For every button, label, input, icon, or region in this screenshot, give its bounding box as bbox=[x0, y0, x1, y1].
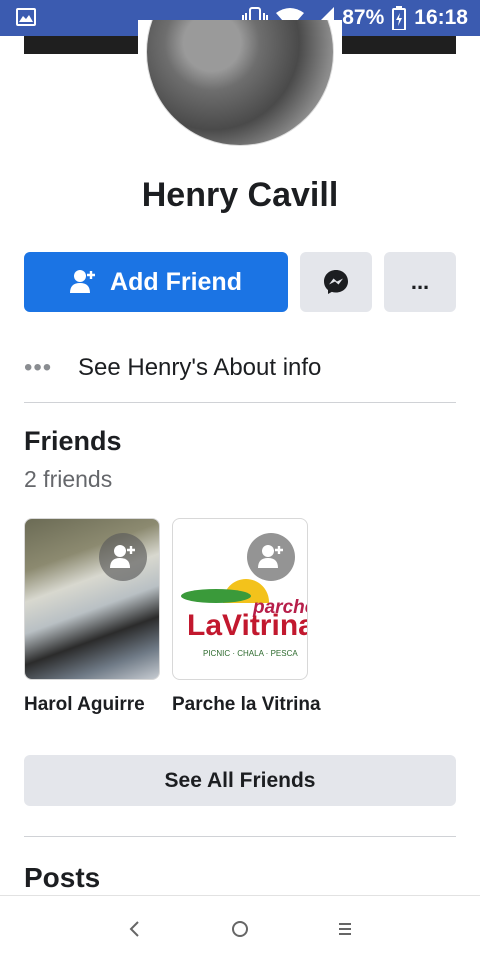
home-icon bbox=[232, 921, 248, 937]
more-dots-icon: ••• bbox=[24, 354, 53, 381]
about-info-link[interactable]: ••• See Henry's About info bbox=[24, 348, 321, 388]
see-all-friends-button[interactable]: See All Friends bbox=[24, 755, 456, 806]
friend-name[interactable]: Parche la Vitrina bbox=[172, 694, 321, 716]
add-friend-badge[interactable] bbox=[247, 533, 295, 581]
back-icon bbox=[129, 921, 139, 937]
friend-card-parche-la-vitrina[interactable]: parche LaVitrina PICNIC · CHALA · PESCA bbox=[172, 518, 308, 680]
divider bbox=[24, 402, 456, 403]
divider bbox=[24, 836, 456, 837]
recents-button[interactable] bbox=[330, 914, 360, 944]
friends-heading: Friends bbox=[24, 426, 122, 456]
recents-icon bbox=[339, 923, 351, 935]
add-friend-icon bbox=[110, 545, 135, 568]
battery-icon bbox=[392, 6, 407, 30]
posts-heading: Posts bbox=[24, 862, 101, 893]
image-icon bbox=[16, 8, 36, 26]
messenger-icon bbox=[324, 270, 348, 294]
logo-hill bbox=[181, 589, 251, 603]
more-options-button[interactable]: ... bbox=[384, 252, 456, 312]
add-friend-button[interactable]: Add Friend bbox=[24, 252, 288, 312]
friends-count: 2 friends bbox=[24, 466, 113, 492]
add-friend-icon bbox=[70, 270, 96, 293]
battery-percent: 87% bbox=[342, 6, 385, 29]
add-friend-label: Add Friend bbox=[110, 267, 242, 296]
profile-picture-frame bbox=[138, 20, 342, 156]
add-friend-badge[interactable] bbox=[99, 533, 147, 581]
friend-card-harol-aguirre[interactable] bbox=[24, 518, 160, 680]
message-button[interactable] bbox=[300, 252, 372, 312]
profile-picture[interactable] bbox=[146, 20, 334, 146]
clock: 16:18 bbox=[414, 6, 468, 29]
add-friend-icon bbox=[258, 545, 283, 568]
about-info-label: See Henry's About info bbox=[78, 354, 322, 381]
logo-subtext: PICNIC · CHALA · PESCA bbox=[203, 649, 298, 658]
logo-text: LaVitrina bbox=[187, 609, 308, 642]
more-label: ... bbox=[410, 269, 430, 294]
profile-name: Henry Cavill bbox=[141, 176, 339, 214]
back-button[interactable] bbox=[119, 914, 149, 944]
friend-name[interactable]: Harol Aguirre bbox=[24, 694, 145, 716]
system-navigation-bar bbox=[0, 895, 480, 960]
home-button[interactable] bbox=[225, 914, 255, 944]
